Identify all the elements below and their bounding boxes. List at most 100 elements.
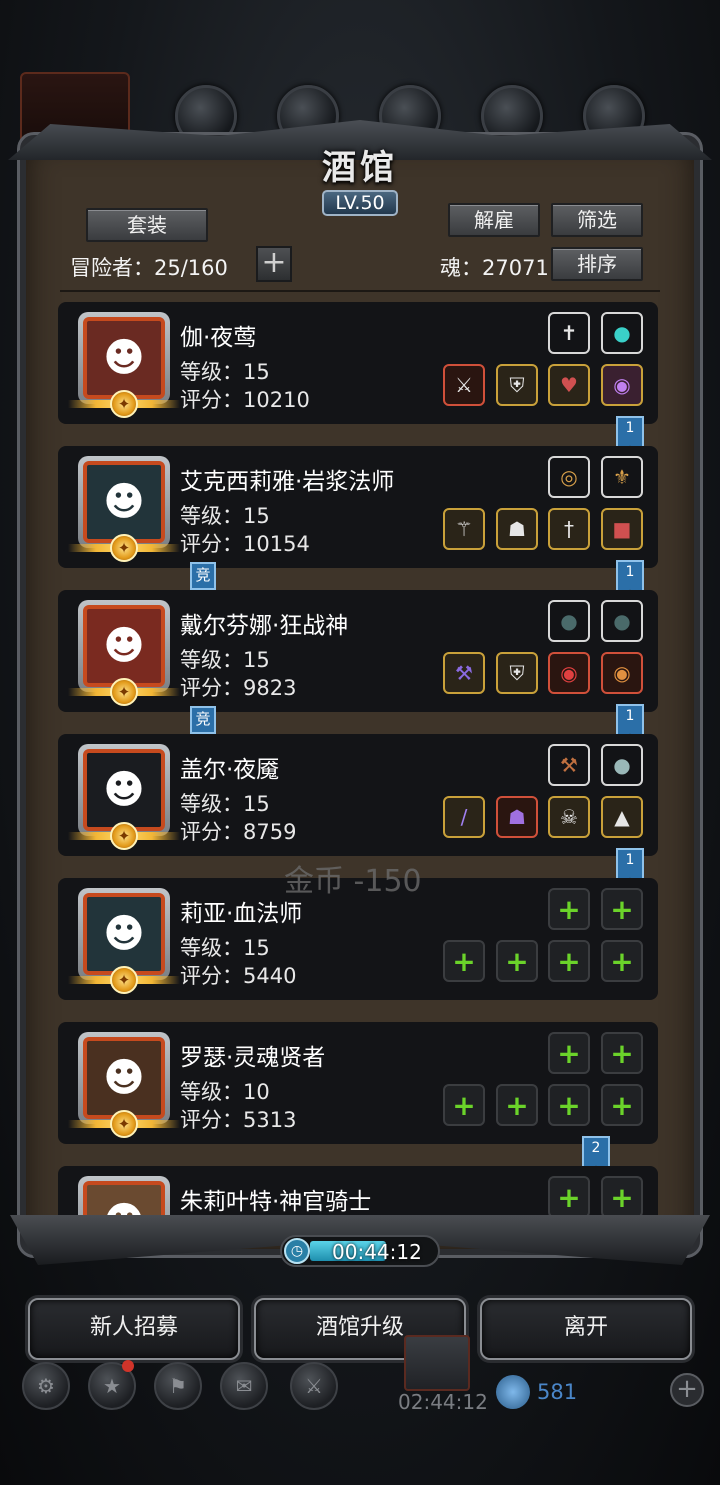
- hero-score: 评分：5313: [180, 1108, 297, 1132]
- hero-name: 戴尔芬娜·狂战神: [180, 613, 349, 639]
- hero-name: 盖尔·夜魇: [180, 757, 280, 783]
- mask-slot-icon[interactable]: ☠: [548, 796, 590, 838]
- hero-avatar: ☻: [83, 893, 165, 975]
- arena-tag: 竞: [190, 706, 216, 734]
- hero-card[interactable]: ☻ ✦ 罗瑟·灵魂贤者 等级：10 评分：5313 + + + + + +: [58, 1022, 658, 1144]
- hero-score: 评分：5440: [180, 964, 297, 988]
- hero-list[interactable]: ☻ ✦ 伽·夜莺 等级：15 评分：10210 ✝ ● ⚔ ⛨ ♥ ◉ 1 ☻ …: [58, 300, 658, 1218]
- empty-slot-plus-icon[interactable]: +: [443, 940, 485, 982]
- hero-score: 评分：10210: [180, 388, 310, 412]
- rank-star-icon: ✦: [110, 678, 138, 706]
- add-gems-button[interactable]: +: [670, 1373, 704, 1407]
- bracer-slot-icon[interactable]: ■: [601, 508, 643, 550]
- hero-avatar: ☻: [83, 461, 165, 543]
- empty-slot-plus-icon[interactable]: +: [496, 1084, 538, 1126]
- empty-slot-plus-icon[interactable]: +: [601, 1032, 643, 1074]
- notification-dot: [122, 1360, 134, 1372]
- stone-slot-icon[interactable]: ●: [601, 744, 643, 786]
- empty-slot-plus-icon[interactable]: +: [548, 940, 590, 982]
- stone-slot-icon[interactable]: ●: [601, 600, 643, 642]
- empty-slot-plus-icon[interactable]: +: [548, 1032, 590, 1074]
- empty-slot-plus-icon[interactable]: +: [601, 1084, 643, 1126]
- recruit-button[interactable]: 新人招募: [28, 1298, 240, 1360]
- dagger-slot-icon[interactable]: †: [548, 508, 590, 550]
- soul-count: 魂：27071: [440, 256, 549, 280]
- tavern-level-badge: LV.50: [322, 190, 398, 216]
- hero-card[interactable]: ☻ ✦ 盖尔·夜魇 等级：15 评分：8759 ⚒ ● / ☗ ☠ ▲: [58, 734, 658, 856]
- armor-slot-icon[interactable]: ⛨: [496, 652, 538, 694]
- empty-slot-plus-icon[interactable]: +: [548, 1084, 590, 1126]
- filter-button[interactable]: 筛选: [551, 203, 643, 237]
- adventurer-count: 冒险者：25/160: [70, 256, 228, 280]
- add-capacity-button[interactable]: +: [256, 246, 292, 282]
- hero-avatar: ☻: [83, 1037, 165, 1119]
- hammer-slot-icon[interactable]: ⚒: [548, 744, 590, 786]
- hero-score: 评分：9823: [180, 676, 297, 700]
- empty-slot-plus-icon[interactable]: +: [601, 888, 643, 930]
- hero-level: 等级：15: [180, 792, 270, 816]
- empty-slot-plus-icon[interactable]: +: [443, 1084, 485, 1126]
- hero-card[interactable]: ☻ ✦ 艾克西莉雅·岩浆法师 等级：15 评分：10154 ◎ ⚜ ⚚ ☗ † …: [58, 446, 658, 568]
- amulet-slot-icon[interactable]: ♥: [548, 364, 590, 406]
- empty-slot-plus-icon[interactable]: +: [548, 1176, 590, 1218]
- arena-tag: 竞: [190, 562, 216, 590]
- hero-card[interactable]: ☻ ✦ 戴尔芬娜·狂战神 等级：15 评分：9823 ● ● ⚒ ⛨ ◉ ◉: [58, 590, 658, 712]
- blade-slot-icon[interactable]: /: [443, 796, 485, 838]
- hero-score: 评分：8759: [180, 820, 297, 844]
- bottom-timer: 02:44:12: [398, 1390, 488, 1414]
- robe-slot-icon[interactable]: ☗: [496, 508, 538, 550]
- leave-button[interactable]: 离开: [480, 1298, 692, 1360]
- gold-change-float-text: 金币 -150: [284, 864, 422, 899]
- hero-level: 等级：10: [180, 1080, 270, 1104]
- hero-score: 评分：10154: [180, 532, 310, 556]
- rank-star-icon: ✦: [110, 390, 138, 418]
- hero-name: 伽·夜莺: [180, 325, 257, 351]
- chest-icon[interactable]: [404, 1335, 470, 1391]
- hero-level: 等级：15: [180, 648, 270, 672]
- hero-card[interactable]: ☻ 朱莉叶特·神官骑士 + +: [58, 1166, 658, 1218]
- hero-level: 等级：15: [180, 360, 270, 384]
- axe-slot-icon[interactable]: ⚒: [443, 652, 485, 694]
- rank-star-icon: ✦: [110, 1110, 138, 1138]
- empty-slot-plus-icon[interactable]: +: [601, 940, 643, 982]
- gem-slot-icon[interactable]: ●: [601, 312, 643, 354]
- ring-pair-slot-icon[interactable]: ◎: [548, 456, 590, 498]
- empty-slot-plus-icon[interactable]: +: [548, 888, 590, 930]
- helmet-slot-icon[interactable]: ☗: [496, 796, 538, 838]
- hero-card[interactable]: ☻ ✦ 伽·夜莺 等级：15 评分：10210 ✝ ● ⚔ ⛨ ♥ ◉: [58, 302, 658, 424]
- ring-slot-icon[interactable]: ◉: [601, 364, 643, 406]
- tavern-timer: ◷ 00:44:12: [280, 1235, 440, 1267]
- armor-slot-icon[interactable]: ⛨: [496, 364, 538, 406]
- hero-level: 等级：15: [180, 936, 270, 960]
- rank-star-icon: ✦: [110, 822, 138, 850]
- sort-button[interactable]: 排序: [551, 247, 643, 281]
- accessory-slot-icon[interactable]: ✝: [548, 312, 590, 354]
- mail-icon[interactable]: ✉: [220, 1362, 268, 1410]
- timer-value: 00:44:12: [332, 1240, 422, 1264]
- gem-count: 581: [537, 1380, 578, 1404]
- clock-icon: ◷: [284, 1238, 310, 1264]
- ring-slot-icon[interactable]: ◉: [601, 652, 643, 694]
- rank-star-icon: ✦: [110, 534, 138, 562]
- hero-avatar: ☻: [83, 605, 165, 687]
- stone-slot-icon[interactable]: ●: [548, 600, 590, 642]
- rank-star-icon: ✦: [110, 966, 138, 994]
- crossed-swords-icon[interactable]: ⚔: [290, 1362, 338, 1410]
- page-title: 酒馆: [322, 148, 398, 188]
- trinket-slot-icon[interactable]: ⚜: [601, 456, 643, 498]
- hero-name: 朱莉叶特·神官骑士: [180, 1189, 372, 1215]
- settings-gear-icon[interactable]: ⚙: [22, 1362, 70, 1410]
- staff-slot-icon[interactable]: ⚚: [443, 508, 485, 550]
- weapon-slot-icon[interactable]: ⚔: [443, 364, 485, 406]
- hero-portrait: ☻: [78, 1176, 170, 1218]
- gem-icon: [496, 1375, 530, 1409]
- set-button[interactable]: 套装: [86, 208, 208, 242]
- cloak-slot-icon[interactable]: ▲: [601, 796, 643, 838]
- empty-slot-plus-icon[interactable]: +: [496, 940, 538, 982]
- empty-slot-plus-icon[interactable]: +: [601, 1176, 643, 1218]
- hero-level: 等级：15: [180, 504, 270, 528]
- necklace-slot-icon[interactable]: ◉: [548, 652, 590, 694]
- guild-icon[interactable]: ⚑: [154, 1362, 202, 1410]
- hero-name: 罗瑟·灵魂贤者: [180, 1045, 326, 1071]
- dismiss-button[interactable]: 解雇: [448, 203, 540, 237]
